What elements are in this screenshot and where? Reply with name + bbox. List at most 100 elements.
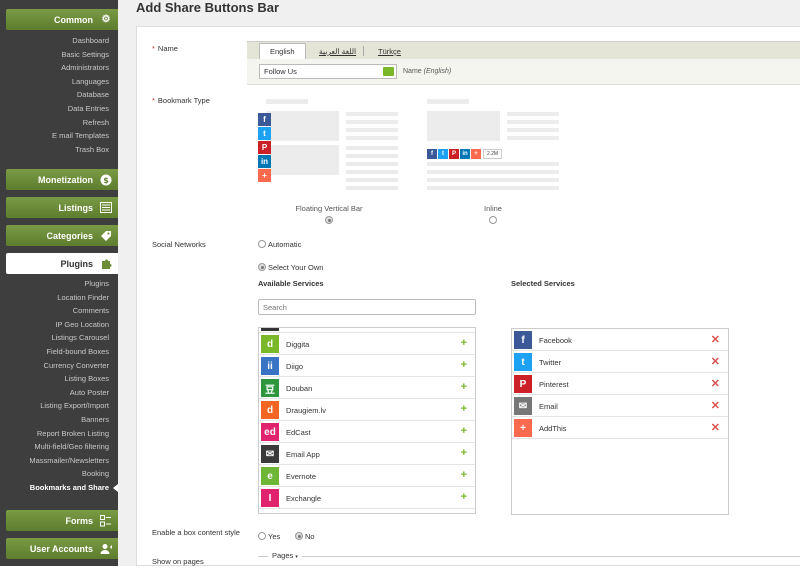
automatic-radio[interactable] xyxy=(258,240,266,248)
available-service-row[interactable]: I Exchangle + xyxy=(259,487,475,509)
available-service-row[interactable]: 豆 Douban + xyxy=(259,377,475,399)
selected-service-row[interactable]: t Twitter ✕ xyxy=(512,351,728,373)
available-service-row[interactable]: ✉ Email App + xyxy=(259,443,475,465)
sidebar-section-forms[interactable]: Forms xyxy=(6,510,118,531)
service-name: Diggita xyxy=(286,340,310,349)
email-icon: ✉ xyxy=(514,397,532,415)
inline-preview[interactable]: f t P in + 2.2M xyxy=(427,99,572,191)
available-service-row[interactable]: d Diggita + xyxy=(259,333,475,355)
add-icon[interactable]: + xyxy=(461,381,467,393)
sidebar-section-monetization[interactable]: Monetization $ xyxy=(6,169,118,190)
sidebar-subitem[interactable]: Multi-field/Geo filtering xyxy=(0,440,116,454)
linkedin-icon: in xyxy=(258,155,271,168)
selected-service-row[interactable]: + AddThis ✕ xyxy=(512,417,728,439)
sidebar-section-common[interactable]: Common ⚙ xyxy=(6,9,118,30)
preview-line xyxy=(507,112,559,116)
available-service-row[interactable]: d Draugiem.lv + xyxy=(259,399,475,421)
sidebar-section-user-accounts[interactable]: User Accounts xyxy=(6,538,118,559)
sidebar-subitem[interactable]: Listing Boxes xyxy=(0,372,116,386)
remove-icon[interactable]: ✕ xyxy=(711,421,720,434)
add-icon[interactable]: + xyxy=(461,491,467,503)
add-icon[interactable]: + xyxy=(461,425,467,437)
floating-bar-preview[interactable]: f t P in + xyxy=(258,99,403,191)
tab-arabic[interactable]: اللغة العربية xyxy=(309,44,366,59)
page-title: Add Share Buttons Bar xyxy=(136,0,280,15)
selected-service-row[interactable]: P Pinterest ✕ xyxy=(512,373,728,395)
floating-bar-radio[interactable] xyxy=(325,216,333,224)
partial-service-icon xyxy=(261,328,279,331)
sidebar-section-label: Common xyxy=(54,14,93,25)
selected-services-list[interactable]: f Facebook ✕ t Twitter ✕ P Pinterest ✕ ✉ Email ✕ + Ad… xyxy=(511,328,729,515)
sidebar-subitem[interactable]: Field-bound Boxes xyxy=(0,345,116,359)
pages-fieldset: Pages ▾ xyxy=(258,551,800,570)
selected-service-row[interactable]: ✉ Email ✕ xyxy=(512,395,728,417)
sidebar-subitem[interactable]: E mail Templates xyxy=(0,129,116,143)
plugins-menu: Plugins Location Finder Comments IP Geo Loc… xyxy=(0,277,118,495)
service-name: Email App xyxy=(286,450,320,459)
box-style-yes-radio[interactable] xyxy=(258,532,266,540)
sidebar-section-categories[interactable]: Categories xyxy=(6,225,118,246)
list-icon xyxy=(100,202,112,214)
sidebar-subitem[interactable]: Dashboard xyxy=(0,34,116,48)
sidebar-subitem[interactable]: Database xyxy=(0,88,116,102)
sidebar-subitem[interactable]: Currency Converter xyxy=(0,359,116,373)
service-name: Email xyxy=(539,402,558,411)
selected-services-title: Selected Services xyxy=(511,279,575,288)
box-style-yes-label: Yes xyxy=(268,532,281,541)
box-style-no-radio[interactable] xyxy=(295,532,303,540)
sidebar-subitem[interactable]: Auto Poster xyxy=(0,386,116,400)
sidebar-subitem[interactable]: Basic Settings xyxy=(0,48,116,62)
sidebar-subitem[interactable]: Data Entries xyxy=(0,102,116,116)
remove-icon[interactable]: ✕ xyxy=(711,355,720,368)
tab-english[interactable]: English xyxy=(259,43,306,60)
available-service-row[interactable]: ii Diigo + xyxy=(259,355,475,377)
users-icon xyxy=(100,543,112,555)
remove-icon[interactable]: ✕ xyxy=(711,377,720,390)
preview-line xyxy=(346,136,398,140)
tag-icon xyxy=(100,230,112,242)
sidebar-subitem[interactable]: Banners xyxy=(0,413,116,427)
pages-legend[interactable]: Pages ▾ xyxy=(268,551,302,560)
selected-service-row[interactable]: f Facebook ✕ xyxy=(512,329,728,351)
sidebar-section-plugins[interactable]: Plugins xyxy=(6,253,118,274)
add-icon[interactable]: + xyxy=(461,359,467,371)
sidebar-subitem[interactable]: Trash Box xyxy=(0,143,116,157)
name-row: Name (English) xyxy=(247,59,800,85)
sidebar-subitem[interactable]: Bookmarks and Share xyxy=(0,481,118,495)
sidebar-section-listings[interactable]: Listings xyxy=(6,197,118,218)
sidebar-subitem[interactable]: Comments xyxy=(0,304,116,318)
sidebar-subitem[interactable]: Administrators xyxy=(0,61,116,75)
edit-icon[interactable] xyxy=(383,67,394,76)
remove-icon[interactable]: ✕ xyxy=(711,399,720,412)
sidebar-subitem[interactable]: Listing Export/Import xyxy=(0,399,116,413)
sidebar-subitem[interactable]: Massmailer/Newsletters xyxy=(0,454,116,468)
sidebar-subitem[interactable]: Report Broken Listing xyxy=(0,427,116,441)
available-service-row[interactable]: e Evernote + xyxy=(259,465,475,487)
preview-line xyxy=(427,170,559,174)
available-service-row[interactable]: ed EdCast + xyxy=(259,421,475,443)
search-input[interactable] xyxy=(258,299,476,315)
preview-line xyxy=(507,120,559,124)
tab-turkish[interactable]: Türkçe xyxy=(368,44,411,59)
sidebar-subitem[interactable]: Languages xyxy=(0,75,116,89)
sidebar-subitem[interactable]: Booking xyxy=(0,467,116,481)
email-app-icon: ✉ xyxy=(261,445,279,463)
preview-line xyxy=(346,154,398,158)
sidebar-subitem[interactable]: IP Geo Location xyxy=(0,318,116,332)
add-icon[interactable]: + xyxy=(461,447,467,459)
sidebar-subitem[interactable]: Refresh xyxy=(0,116,116,130)
add-icon[interactable]: + xyxy=(461,337,467,349)
available-services-list[interactable]: d Diggita + ii Diigo + 豆 Douban + d Draugiem.lv + ed… xyxy=(258,327,476,514)
add-icon[interactable]: + xyxy=(461,403,467,415)
sidebar-subitem[interactable]: Plugins xyxy=(0,277,116,291)
sidebar-subitem[interactable]: Location Finder xyxy=(0,291,116,305)
remove-icon[interactable]: ✕ xyxy=(711,333,720,346)
sidebar-subitem[interactable]: Listings Carousel xyxy=(0,331,116,345)
name-label: * Name xyxy=(152,44,178,53)
select-your-own-radio[interactable] xyxy=(258,263,266,271)
add-icon[interactable]: + xyxy=(461,469,467,481)
box-style-label: Enable a box content style xyxy=(152,528,240,537)
name-input[interactable] xyxy=(259,64,397,79)
inline-radio[interactable] xyxy=(489,216,497,224)
social-networks-label: Social Networks xyxy=(152,240,206,249)
